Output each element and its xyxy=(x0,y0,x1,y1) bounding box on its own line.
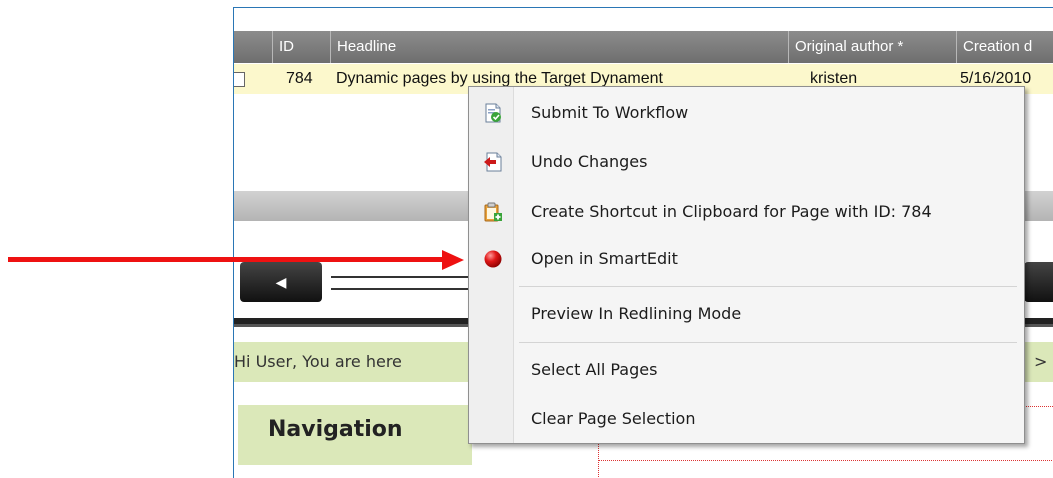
menu-item-clear-page-selection[interactable]: Clear Page Selection xyxy=(469,399,1024,439)
menu-item-submit-to-workflow[interactable]: Submit To Workflow xyxy=(469,93,1024,133)
menu-item-undo-changes[interactable]: Undo Changes xyxy=(469,142,1024,182)
menu-item-open-in-smartedit[interactable]: Open in SmartEdit xyxy=(469,239,1024,279)
breadcrumb-separator: > xyxy=(1034,352,1048,371)
annotation-arrow-shaft xyxy=(8,257,446,262)
menu-item-select-all-pages[interactable]: Select All Pages xyxy=(469,350,1024,390)
annotation-arrow-head xyxy=(442,250,464,270)
edit-region-outline-inner xyxy=(598,460,1053,461)
smartedit-red-dot-icon xyxy=(484,250,502,268)
scroll-left-button[interactable]: ◀ xyxy=(240,262,322,302)
menu-separator xyxy=(519,342,1017,343)
undo-changes-icon xyxy=(484,152,502,172)
page-grid-header: ID Headline Original author * Creation d xyxy=(234,31,1053,63)
menu-item-label: Select All Pages xyxy=(531,360,658,379)
menu-item-label: Create Shortcut in Clipboard for Page wi… xyxy=(531,202,932,221)
navigation-panel: Navigation xyxy=(238,405,472,465)
menu-separator xyxy=(519,286,1017,287)
menu-item-preview-redlining[interactable]: Preview In Redlining Mode xyxy=(469,294,1024,334)
column-header-id[interactable]: ID xyxy=(272,31,335,63)
navigation-title: Navigation xyxy=(268,417,403,442)
menu-item-label: Undo Changes xyxy=(531,152,648,171)
greeting-text: Hi User, You are here xyxy=(234,352,402,371)
clipboard-shortcut-icon xyxy=(484,202,502,222)
context-menu: Submit To Workflow Undo Changes Create S… xyxy=(468,86,1025,444)
row-id-cell: 784 xyxy=(286,70,313,87)
menu-item-label: Preview In Redlining Mode xyxy=(531,304,742,323)
menu-item-label: Submit To Workflow xyxy=(531,103,689,122)
menu-item-label: Open in SmartEdit xyxy=(531,249,678,268)
row-checkbox[interactable] xyxy=(234,72,245,87)
scroll-right-button[interactable] xyxy=(1024,262,1053,302)
menu-item-create-shortcut[interactable]: Create Shortcut in Clipboard for Page wi… xyxy=(469,192,1024,232)
menu-item-label: Clear Page Selection xyxy=(531,409,696,428)
submit-workflow-icon xyxy=(485,103,501,123)
column-header-select[interactable] xyxy=(234,31,270,63)
arrow-left-icon: ◀ xyxy=(275,274,287,290)
column-header-creation-date[interactable]: Creation d xyxy=(956,31,1053,63)
column-header-headline[interactable]: Headline xyxy=(330,31,793,63)
column-header-original-author[interactable]: Original author * xyxy=(788,31,961,63)
